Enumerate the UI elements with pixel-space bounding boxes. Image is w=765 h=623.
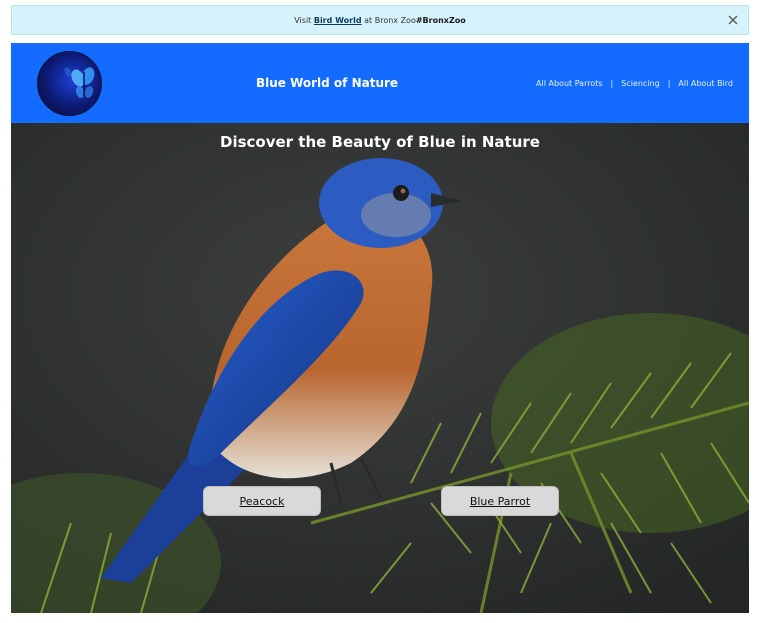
bluebird-photo bbox=[11, 123, 749, 613]
hero-section: Discover the Beauty of Blue in Nature Pe… bbox=[11, 123, 749, 613]
main-nav: All About Parrots | Sciencing | All Abou… bbox=[536, 43, 733, 123]
butterfly-logo[interactable] bbox=[37, 51, 102, 116]
nav-separator: | bbox=[610, 78, 614, 88]
site-title: Blue World of Nature bbox=[255, 76, 399, 90]
nav-all-about-parrots[interactable]: All About Parrots bbox=[536, 79, 602, 88]
announcement-bar: Visit Bird World at Bronx Zoo #BronxZoo bbox=[11, 5, 749, 35]
announcement-middle: at Bronx Zoo bbox=[364, 15, 416, 25]
blue-parrot-button[interactable]: Blue Parrot bbox=[441, 486, 559, 516]
close-icon[interactable] bbox=[726, 13, 740, 27]
nav-sciencing[interactable]: Sciencing bbox=[621, 79, 659, 88]
bronxzoo-tag: #BronxZoo bbox=[415, 15, 466, 25]
nav-separator: | bbox=[667, 78, 671, 88]
site-header: Blue World of Nature All About Parrots |… bbox=[11, 43, 749, 123]
hero-title: Discover the Beauty of Blue in Nature bbox=[220, 133, 540, 151]
peacock-button[interactable]: Peacock bbox=[203, 486, 321, 516]
bird-world-link[interactable]: Bird World bbox=[314, 16, 362, 25]
nav-all-about-bird[interactable]: All About Bird bbox=[678, 79, 733, 88]
announcement-prefix: Visit bbox=[294, 15, 312, 25]
